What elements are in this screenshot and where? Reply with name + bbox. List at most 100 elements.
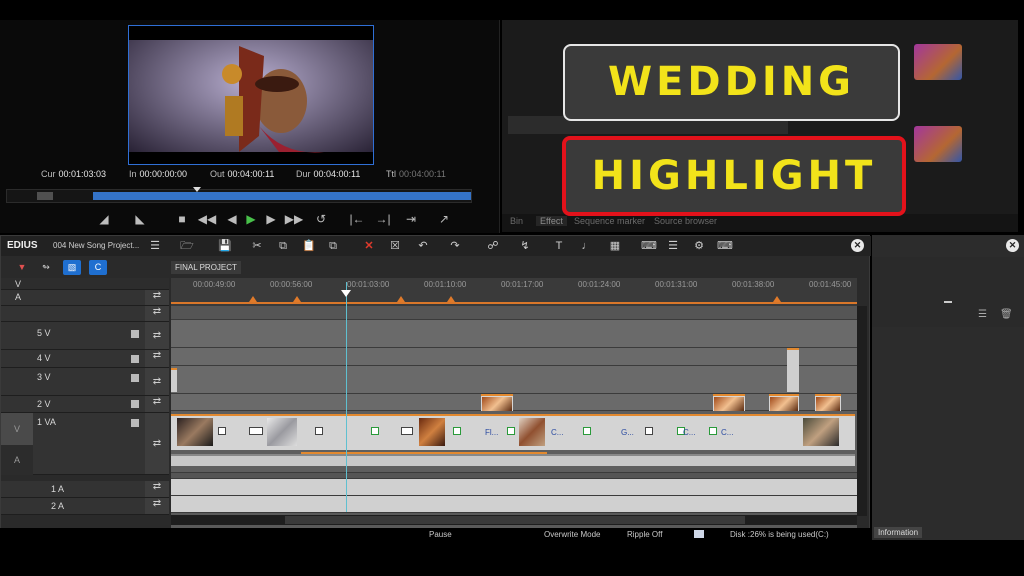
title-icon[interactable]: T	[549, 238, 569, 254]
track-sync-icon[interactable]: ⇄	[145, 481, 169, 497]
track-header-5v[interactable]: 5 V ⇄	[1, 322, 169, 350]
track-lock-icon[interactable]	[131, 330, 139, 338]
clip-2v[interactable]	[481, 394, 513, 411]
track-lane-2a[interactable]	[171, 496, 857, 513]
track-sync-icon[interactable]: ⇄	[145, 322, 169, 349]
track-header-3v[interactable]: 3 V ⇄	[1, 368, 169, 396]
tab-source-browser[interactable]: Source browser	[654, 216, 717, 226]
transition-icon[interactable]	[371, 427, 379, 435]
render-icon[interactable]: ▦	[605, 238, 625, 254]
settings-icon[interactable]: ⚙	[689, 238, 709, 254]
keyboard-icon[interactable]: ⌨	[639, 238, 659, 254]
play-button[interactable]: ▶	[241, 210, 261, 228]
track-header-4v[interactable]: 4 V ⇄	[1, 350, 169, 368]
clip-thumbnail[interactable]	[803, 418, 839, 446]
output-icon[interactable]: ⌨	[715, 238, 735, 254]
track-sync-icon[interactable]: ⇄	[145, 290, 169, 305]
track-lock-icon[interactable]	[131, 400, 139, 408]
audio-clip-1va[interactable]	[171, 454, 855, 466]
track-sync-icon[interactable]: ⇄	[145, 413, 169, 474]
audio-icon[interactable]: ♩	[577, 238, 597, 254]
track-sync-icon[interactable]: ⇄	[145, 396, 169, 412]
cut-icon[interactable]: ✂	[247, 238, 267, 254]
close-info-button[interactable]: ✕	[1006, 239, 1019, 252]
timeline-tracks[interactable]: Fl... C... G... C... C...	[171, 306, 857, 528]
transition-icon[interactable]	[218, 427, 226, 435]
transition-icon[interactable]	[315, 427, 323, 435]
ripple-delete-icon[interactable]: ☒	[385, 238, 405, 254]
prev-edit-button[interactable]: |←	[347, 210, 367, 228]
track-sync-icon[interactable]: ⇄	[145, 306, 169, 321]
export-frame-button[interactable]: ↗	[434, 210, 454, 228]
clip-thumbnail[interactable]	[419, 418, 445, 446]
fast-forward-button[interactable]: ▶▶	[284, 210, 304, 228]
track-header-v[interactable]: V	[1, 278, 169, 290]
clip-2v[interactable]	[769, 394, 799, 411]
scrollbar-thumb[interactable]	[285, 516, 745, 524]
track-lock-icon[interactable]	[131, 374, 139, 382]
video-preview[interactable]	[128, 25, 374, 165]
track-lane-5v[interactable]	[171, 320, 857, 348]
transition-icon[interactable]	[453, 427, 461, 435]
track-lane[interactable]	[171, 306, 857, 320]
track-header-1va[interactable]: V A 1 VA ⇄	[1, 413, 169, 475]
track-add-icon[interactable]: ▼	[13, 260, 31, 275]
close-timeline-button[interactable]: ✕	[851, 239, 864, 252]
track-header-1a[interactable]: 1 A ⇄	[1, 481, 169, 498]
transition-icon[interactable]	[401, 427, 413, 435]
transition-icon[interactable]	[709, 427, 717, 435]
timeline-vertical-scrollbar[interactable]	[857, 306, 867, 516]
open-folder-icon[interactable]: 🗁	[177, 238, 197, 254]
playhead-handle-icon[interactable]	[341, 290, 351, 297]
clip-thumbnail[interactable]	[177, 418, 213, 446]
track-lane-4v[interactable]	[171, 348, 857, 366]
transition-icon[interactable]	[507, 427, 515, 435]
transition-icon[interactable]	[583, 427, 591, 435]
effect-thumbnail[interactable]	[914, 126, 962, 162]
link-icon[interactable]: ☍	[483, 238, 503, 254]
mixer-icon[interactable]: ☰	[663, 238, 683, 254]
clip-3v[interactable]	[171, 368, 177, 392]
paste-icon[interactable]: 📋	[299, 238, 319, 254]
scrub-playhead-icon[interactable]	[193, 187, 201, 192]
tab-effect[interactable]: Effect	[536, 216, 567, 226]
track-sync-icon[interactable]: ⇄	[145, 498, 169, 514]
tab-information[interactable]: Information	[874, 527, 923, 538]
timeline-horizontal-scrollbar[interactable]	[171, 515, 857, 525]
tab-final-project[interactable]: FINAL PROJECT	[171, 261, 241, 274]
track-side-a[interactable]: A	[1, 445, 33, 475]
delete-info-icon[interactable]: 🗑	[1000, 309, 1013, 320]
snap-icon[interactable]: ↯	[515, 238, 535, 254]
redo-icon[interactable]: ↷	[445, 238, 465, 254]
tab-sequence-marker[interactable]: Sequence marker	[574, 216, 645, 226]
rewind-button[interactable]: ◀◀	[197, 210, 217, 228]
track-sync-icon[interactable]: ⇄	[145, 350, 169, 367]
track-sync-icon[interactable]: ⇄	[145, 368, 169, 395]
track-lane-3v[interactable]	[171, 366, 857, 394]
transition-icon[interactable]	[645, 427, 653, 435]
sequence-icon[interactable]: ☰	[145, 238, 165, 254]
undo-icon[interactable]: ↶	[413, 238, 433, 254]
track-lock-icon[interactable]	[131, 419, 139, 427]
player-scrub-bar[interactable]	[6, 187, 472, 203]
track-lane-2v[interactable]	[171, 394, 857, 411]
transition-icon[interactable]	[249, 427, 263, 435]
track-split-icon[interactable]: ↬	[37, 260, 55, 275]
clip-4v[interactable]	[787, 348, 799, 392]
stop-button[interactable]: ■	[172, 210, 192, 228]
timeline-playhead[interactable]	[346, 282, 347, 512]
track-side-v[interactable]: V	[1, 413, 33, 445]
loop-button[interactable]: ↺	[311, 210, 331, 228]
step-forward-button[interactable]: ▶	[261, 210, 281, 228]
sync-lock-icon[interactable]: ▧	[63, 260, 81, 275]
copy-icon[interactable]: ⧉	[273, 238, 293, 254]
track-header-2v[interactable]: 2 V ⇄	[1, 396, 169, 413]
next-edit-button[interactable]: →|	[373, 210, 393, 228]
step-back-button[interactable]: ◀	[222, 210, 242, 228]
track-lane-1a[interactable]	[171, 479, 857, 496]
delete-icon[interactable]: ✕	[359, 238, 379, 254]
tab-bin[interactable]: Bin	[510, 216, 523, 226]
track-header-a[interactable]: A ⇄	[1, 290, 169, 306]
tree-row[interactable]	[508, 26, 788, 44]
insert-button[interactable]: ⇥	[401, 210, 421, 228]
